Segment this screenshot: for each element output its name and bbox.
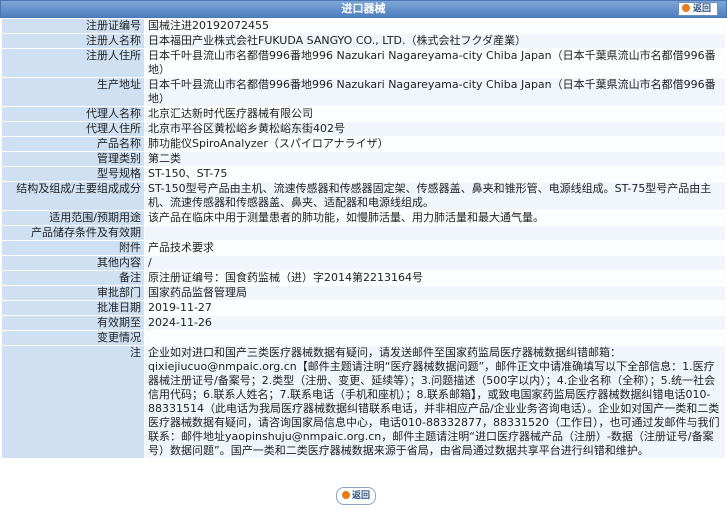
table-row: 注册人名称 日本福田产业株式会社FUKUDA SANGYO CO., LTD.（株…	[1, 33, 726, 49]
field-label: 生产地址	[1, 77, 145, 107]
table-row: 适用范围/预期用途 该产品在临床中用于测量患者的肺功能，如慢肺活量、用力肺活量和最…	[1, 210, 726, 226]
note-row: 注企业如对进口和国产三类医疗器械数据有疑问，请发送邮件至国家药监局医疗器械数据纠…	[1, 345, 726, 459]
note-label: 注	[1, 345, 145, 459]
field-value: 国械注进20192072455	[144, 18, 726, 34]
field-value: 2024-11-26	[144, 315, 726, 331]
table-row: 结构及组成/主要组成成分 ST-150型号产品由主机、流速传感器和传感器固定架、传…	[1, 181, 726, 211]
table-row: 型号规格 ST-150、ST-75	[1, 166, 726, 182]
table-row: 有效期至 2024-11-26	[1, 315, 726, 331]
field-label: 产品名称	[1, 136, 145, 152]
field-value: 该产品在临床中用于测量患者的肺功能，如慢肺活量、用力肺活量和最大通气量。	[144, 210, 726, 226]
field-value: 第二类	[144, 151, 726, 167]
back-arrow-icon	[341, 491, 350, 499]
field-label: 注册人住所	[1, 48, 145, 78]
table-row: 批准日期 2019-11-27	[1, 300, 726, 316]
table-row: 备注 原注册证编号：国食药监械（进）字2014第2213164号	[1, 270, 726, 286]
field-label: 备注	[1, 270, 145, 286]
back-label: 返回	[351, 491, 370, 501]
field-value: 国家药品监督管理局	[144, 285, 726, 301]
field-label: 附件	[1, 240, 145, 256]
field-value: ST-150、ST-75	[144, 166, 726, 182]
field-label: 变更情况	[1, 330, 145, 346]
page-title: 进口器械	[341, 2, 386, 15]
field-value: 北京市平谷区黄松峪乡黄松峪东街402号	[144, 121, 726, 137]
note-text: 企业如对进口和国产三类医疗器械数据有疑问，请发送邮件至国家药监局医疗器械数据纠错…	[144, 345, 726, 459]
table-row: 产品名称 肺功能仪SpiroAnalyzer（スパイロアナライザ）	[1, 136, 726, 152]
field-value: ST-150型号产品由主机、流速传感器和传感器固定架、传感器盖、鼻夹和锥形管、电…	[144, 181, 726, 211]
field-label: 适用范围/预期用途	[1, 210, 145, 226]
field-label: 批准日期	[1, 300, 145, 316]
table-row: 审批部门 国家药品监督管理局	[1, 285, 726, 301]
field-label: 型号规格	[1, 166, 145, 182]
table-row: 管理类别 第二类	[1, 151, 726, 167]
field-label: 代理人名称	[1, 106, 145, 122]
field-value	[144, 330, 726, 346]
field-label: 审批部门	[1, 285, 145, 301]
field-label: 注册人名称	[1, 33, 145, 49]
field-value: 日本千叶县流山市名都借996番地996 Nazukari Nagareyama-…	[144, 48, 726, 78]
field-label: 代理人住所	[1, 121, 145, 137]
table-row: 其他内容 /	[1, 255, 726, 271]
back-arrow-icon	[681, 4, 690, 12]
back-button-top[interactable]: 返回	[677, 2, 718, 16]
field-value: 原注册证编号：国食药监械（进）字2014第2213164号	[144, 270, 726, 286]
detail-table: 注册证编号 国械注进20192072455 注册人名称 日本福田产业株式会社FUKUD…	[1, 18, 726, 459]
table-row: 生产地址 日本千叶县流山市名都借996番地996 Nazukari Nagarey…	[1, 77, 726, 107]
back-label: 返回	[692, 4, 711, 14]
table-row: 代理人名称 北京汇达新时代医疗器械有限公司	[1, 106, 726, 122]
field-value	[144, 225, 726, 241]
field-label: 管理类别	[1, 151, 145, 167]
field-label: 其他内容	[1, 255, 145, 271]
table-row: 变更情况	[1, 330, 726, 346]
table-row: 代理人住所 北京市平谷区黄松峪乡黄松峪东街402号	[1, 121, 726, 137]
field-value: 肺功能仪SpiroAnalyzer（スパイロアナライザ）	[144, 136, 726, 152]
field-label: 有效期至	[1, 315, 145, 331]
table-row: 附件 产品技术要求	[1, 240, 726, 256]
field-value: 日本福田产业株式会社FUKUDA SANGYO CO., LTD.（株式会社フク…	[144, 33, 726, 49]
page: 进口器械 返回 注册证编号 国械注进20192072455 注册人名称 日本福田产业株…	[0, 0, 727, 517]
field-label: 注册证编号	[1, 18, 145, 34]
field-value: 2019-11-27	[144, 300, 726, 316]
field-value: 北京汇达新时代医疗器械有限公司	[144, 106, 726, 122]
field-value: 产品技术要求	[144, 240, 726, 256]
field-value: 日本千叶县流山市名都借996番地996 Nazukari Nagareyama-…	[144, 77, 726, 107]
field-value: /	[144, 255, 726, 271]
table-row: 产品储存条件及有效期	[1, 225, 726, 241]
table-row: 注册证编号 国械注进20192072455	[1, 18, 726, 34]
title-bar: 进口器械 返回	[0, 0, 727, 18]
back-button-bottom[interactable]: 返回	[336, 487, 376, 505]
field-label: 结构及组成/主要组成成分	[1, 181, 145, 211]
table-row: 注册人住所 日本千叶县流山市名都借996番地996 Nazukari Nagare…	[1, 48, 726, 78]
field-label: 产品储存条件及有效期	[1, 225, 145, 241]
